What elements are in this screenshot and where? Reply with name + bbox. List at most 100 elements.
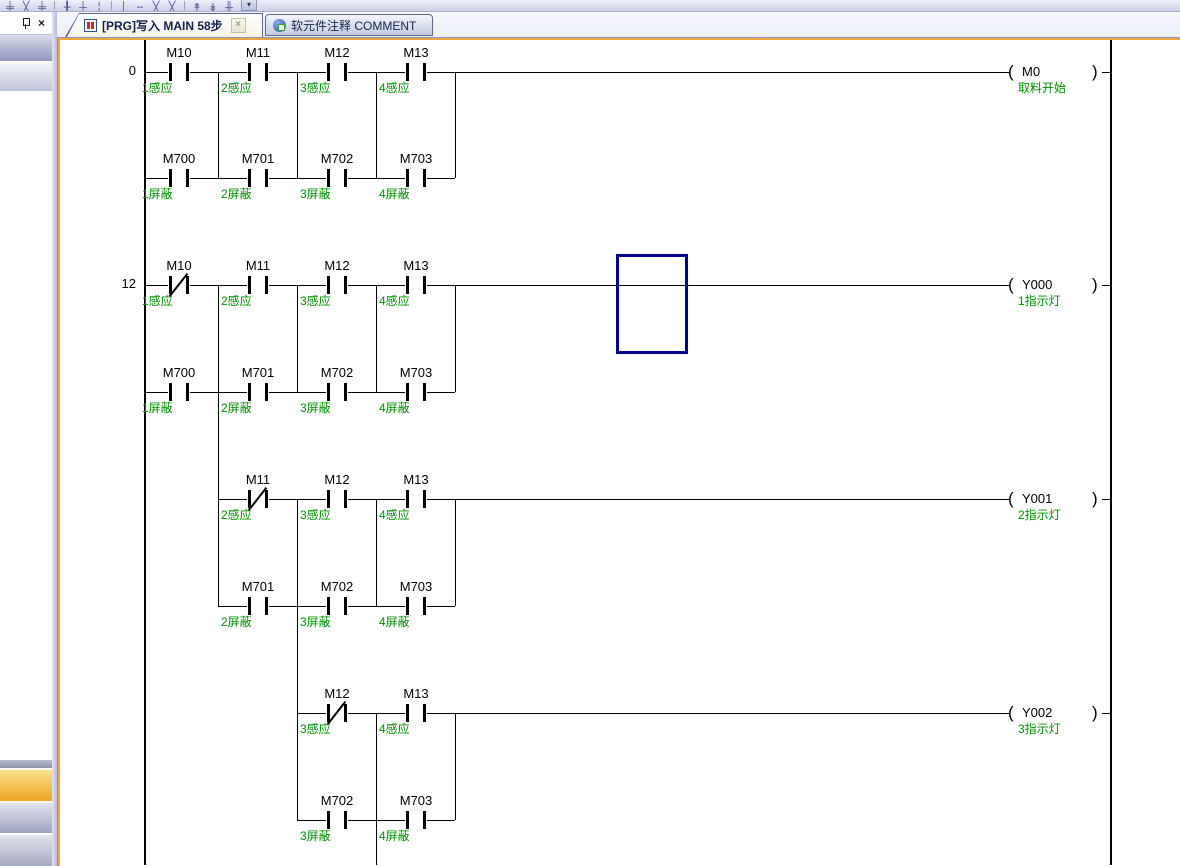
- toolbar-separator: [184, 1, 185, 10]
- device-comment: 4屏蔽: [379, 613, 457, 630]
- coil-comment: 3指示灯: [1018, 720, 1096, 737]
- device-comment: 3感应: [300, 292, 378, 309]
- open-contact-icon[interactable]: ╪: [3, 0, 17, 11]
- panel-titlebar: ×: [0, 12, 52, 33]
- delete-vertical-icon[interactable]: ╳: [149, 0, 163, 11]
- device-comment: 2感应: [221, 506, 299, 523]
- device-label: M13: [384, 45, 448, 60]
- device-label: M12: [305, 472, 369, 487]
- tab-label: [PRG]写入 MAIN 58步: [102, 17, 223, 34]
- branch-connector: [455, 499, 456, 606]
- device-comment: 3感应: [300, 506, 378, 523]
- branch-connector: [455, 72, 456, 178]
- device-label: M703: [384, 579, 448, 594]
- coil-M0[interactable]: M0: [1022, 64, 1082, 79]
- horizontal-line-icon[interactable]: ╌: [133, 0, 147, 11]
- selection-cursor[interactable]: [616, 254, 688, 354]
- device-comment: 4屏蔽: [379, 185, 457, 202]
- device-label: M11: [226, 258, 290, 273]
- coil-icon[interactable]: ┼: [76, 0, 90, 11]
- coil-Y002[interactable]: Y002: [1022, 705, 1082, 720]
- nav-section-bar-4[interactable]: [0, 835, 52, 866]
- coil-Y001[interactable]: Y001: [1022, 491, 1082, 506]
- device-label: M11: [226, 45, 290, 60]
- ladder-symbol-toolbar: ╪╳╪╂┼╎│╌╳╳↟↡╫▾: [0, 0, 1180, 12]
- coil-to-rail-line: [1102, 713, 1110, 714]
- nav-collapsed-bar[interactable]: [0, 760, 52, 768]
- rung-main-line: [144, 285, 1010, 286]
- close-contact-icon[interactable]: ╳: [19, 0, 33, 11]
- branch-connector: [376, 285, 377, 392]
- device-comment: 1感应: [142, 79, 220, 96]
- device-comment: 1屏蔽: [142, 399, 220, 416]
- coil-open-paren: (: [1008, 488, 1014, 510]
- tab-close-icon[interactable]: ×: [231, 18, 246, 33]
- device-comment: 3屏蔽: [300, 613, 378, 630]
- branch-connector: [218, 72, 219, 178]
- branch-connector: [297, 499, 298, 606]
- device-label: M702: [305, 365, 369, 380]
- coil-open-paren: (: [1008, 702, 1014, 724]
- device-label: M702: [305, 793, 369, 808]
- device-comment: 2屏蔽: [221, 399, 299, 416]
- docked-side-panel: ×: [0, 12, 52, 866]
- device-comment: 4感应: [379, 720, 457, 737]
- device-label: M10: [147, 45, 211, 60]
- tab-device-comment[interactable]: 软元件注释 COMMENT: [265, 14, 433, 36]
- ladder-editor-body: 0M101感应M112感应M123感应M134感应M7001屏蔽M7012屏蔽M…: [57, 38, 1180, 866]
- pin-icon[interactable]: [21, 17, 31, 29]
- device-label: M12: [305, 258, 369, 273]
- rung-main-line: [144, 72, 1010, 73]
- vertical-line-icon[interactable]: │: [117, 0, 131, 11]
- nav-section-bar-3[interactable]: [0, 803, 52, 833]
- plc-ladder-editor: { "colors": { "comment_green": "#008f00"…: [0, 0, 1180, 866]
- nav-section-bar-second[interactable]: [0, 63, 52, 91]
- rung-drop-line: [376, 820, 377, 865]
- nav-section-bar-top[interactable]: [0, 34, 52, 61]
- step-number: 12: [98, 276, 136, 291]
- toolbar-separator: [54, 1, 55, 10]
- coil-Y000[interactable]: Y000: [1022, 277, 1082, 292]
- device-label: M701: [226, 579, 290, 594]
- nav-bottom-stack: [0, 760, 52, 866]
- device-comment: 4屏蔽: [379, 399, 457, 416]
- close-branch-icon[interactable]: ╂: [60, 0, 74, 11]
- rising-pulse-icon[interactable]: ↟: [190, 0, 204, 11]
- toolbar-overflow-icon[interactable]: ▾: [241, 0, 257, 11]
- device-comment: 3感应: [300, 79, 378, 96]
- delete-horizontal-icon[interactable]: ╳: [165, 0, 179, 11]
- close-icon[interactable]: ×: [38, 17, 45, 29]
- device-comment: 4屏蔽: [379, 827, 457, 844]
- program-icon: [84, 19, 97, 32]
- open-branch-icon[interactable]: ╪: [35, 0, 49, 11]
- toolbar-separator: [111, 1, 112, 10]
- ladder-canvas[interactable]: 0M101感应M112感应M123感应M134感应M7001屏蔽M7012屏蔽M…: [60, 40, 1180, 866]
- device-comment: 3屏蔽: [300, 399, 378, 416]
- coil-comment: 1指示灯: [1018, 292, 1096, 309]
- pulse-branch-icon[interactable]: ╫: [222, 0, 236, 11]
- device-label: M12: [305, 686, 369, 701]
- branch-connector: [376, 499, 377, 606]
- device-comment: 4感应: [379, 79, 457, 96]
- device-comment: 3感应: [300, 720, 378, 737]
- branch-connector: [455, 713, 456, 820]
- device-comment: 2屏蔽: [221, 185, 299, 202]
- device-comment: 4感应: [379, 292, 457, 309]
- tab-label: 软元件注释 COMMENT: [291, 17, 416, 34]
- device-comment: 4感应: [379, 506, 457, 523]
- coil-to-rail-line: [1102, 499, 1110, 500]
- falling-pulse-icon[interactable]: ↡: [206, 0, 220, 11]
- coil-open-paren: (: [1008, 61, 1014, 83]
- coil-comment: 2指示灯: [1018, 506, 1096, 523]
- device-comment: 3屏蔽: [300, 827, 378, 844]
- tab-prg-main[interactable]: [PRG]写入 MAIN 58步 ×: [65, 13, 263, 37]
- device-label: M702: [305, 579, 369, 594]
- application-instruction-icon[interactable]: ╎: [92, 0, 106, 11]
- device-label: M700: [147, 151, 211, 166]
- device-label: M13: [384, 258, 448, 273]
- comment-icon: [273, 19, 286, 32]
- branch-connector: [297, 285, 298, 392]
- nav-selected-bar[interactable]: [0, 770, 52, 801]
- device-label: M12: [305, 45, 369, 60]
- branch-connector: [376, 713, 377, 820]
